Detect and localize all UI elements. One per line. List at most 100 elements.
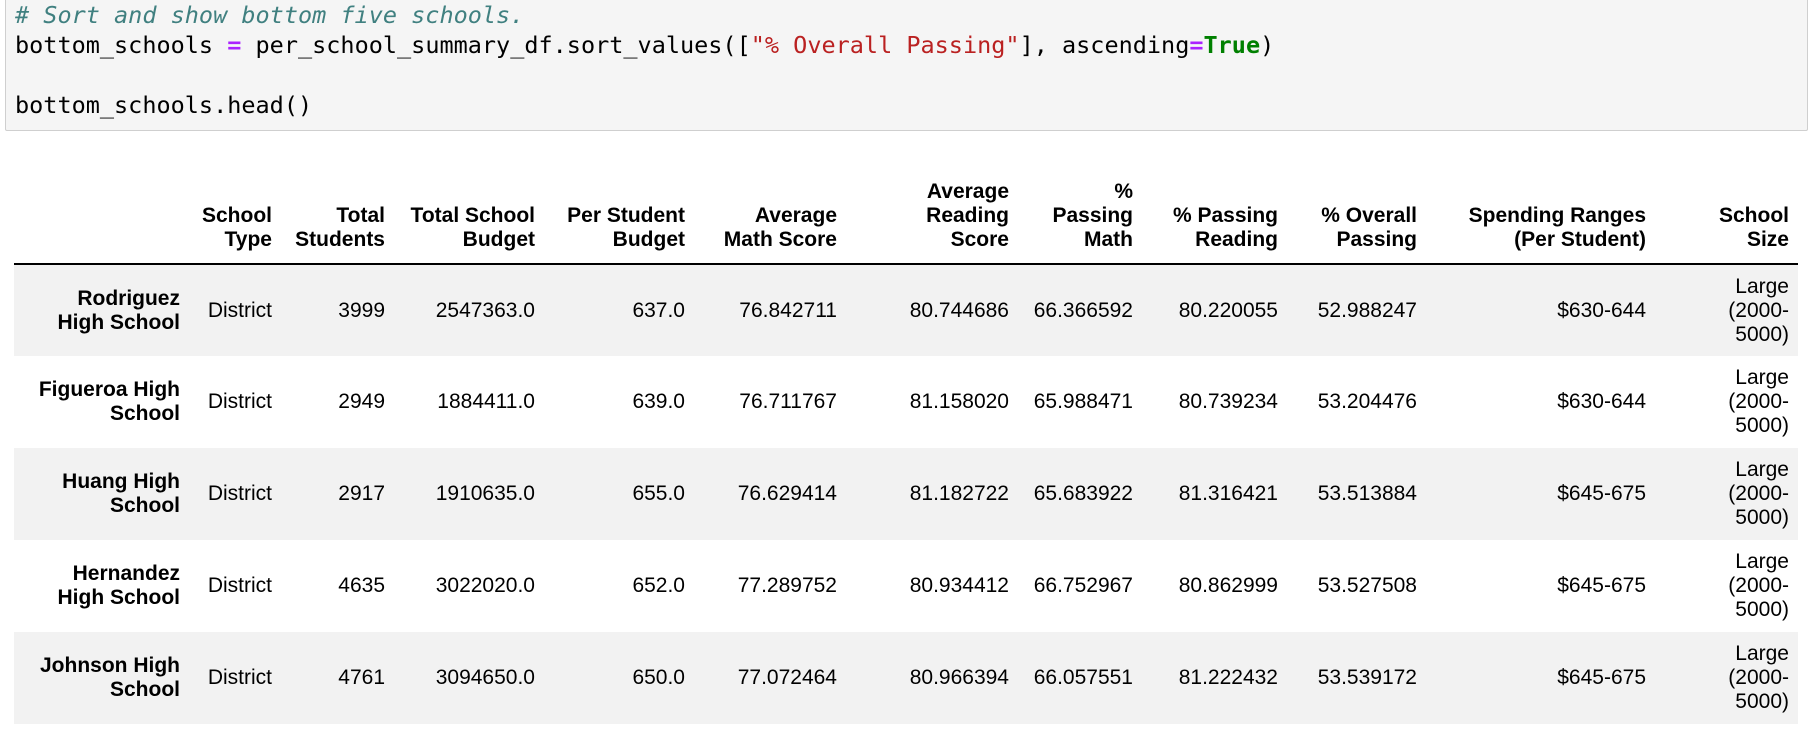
text-line: School (109, 494, 180, 517)
text-line: (Per Student) (1514, 228, 1646, 251)
text-line: Large (1735, 642, 1789, 665)
total-students-cell: 3999 (338, 298, 385, 322)
text-line: School (109, 678, 180, 701)
text-line: 5000) (1735, 690, 1789, 713)
school-name-cell: Rodriguez High School (14, 264, 189, 356)
pct-overall-header: % Overall Passing (1287, 167, 1426, 264)
text-line: 5000) (1735, 414, 1789, 437)
avg-reading-header: Average Reading Score (846, 167, 1018, 264)
total-budget-cell: 1910635.0 (435, 482, 535, 505)
text-line: Passing (1336, 228, 1417, 251)
school-type-cell: District (207, 574, 272, 597)
table-row: Hernandez High School District 4635 3022020.… (14, 540, 1798, 632)
dataframe-output: School Type Total Students Total School Budge… (14, 167, 1798, 724)
text-line: Average (926, 180, 1009, 203)
text-line: Spending Ranges (1468, 204, 1646, 227)
total-students-cell: 2949 (338, 390, 385, 413)
text-line: 5000) (1735, 598, 1789, 621)
pct-overall-cell: 53.204476 (1317, 390, 1417, 413)
text-line: School (109, 402, 180, 425)
spending-range-cell: $630-644 (1557, 390, 1646, 413)
pct-passing-math-cell: 65.683922 (1033, 482, 1133, 505)
pct-passing-reading-cell: 80.220055 (1178, 298, 1278, 322)
text-line: Large (1735, 550, 1789, 573)
text-line: Per Student (567, 204, 685, 227)
text-line: Large (1735, 458, 1789, 481)
school-size-cell: Large (2000- 5000) (1655, 448, 1798, 540)
table-row: Rodriguez High School District 3999 2547363.… (14, 264, 1798, 356)
total-students-cell: 2917 (338, 482, 385, 505)
avg-math-cell: 77.072464 (737, 666, 837, 689)
per-student-budget-cell: 639.0 (632, 390, 685, 413)
avg-reading-cell: 80.744686 (909, 298, 1009, 322)
text-line: Large (1735, 366, 1789, 389)
pct-passing-reading-cell: 81.222432 (1178, 666, 1278, 689)
text-line: Large (1735, 274, 1789, 298)
pct-passing-reading-cell: 81.316421 (1178, 482, 1278, 505)
text-line: Huang High (62, 470, 180, 493)
text-line: Total School (410, 204, 535, 227)
text-line: 5000) (1735, 322, 1789, 346)
school-type-header: School Type (189, 167, 281, 264)
spending-range-cell: $645-675 (1557, 574, 1646, 597)
text-line: (2000- (1728, 390, 1789, 413)
text-line: (2000- (1728, 482, 1789, 505)
pct-overall-cell: 53.513884 (1317, 482, 1417, 505)
text-line: Type (224, 228, 272, 251)
total-students-header: Total Students (281, 167, 394, 264)
total-budget-cell: 2547363.0 (435, 298, 535, 322)
table-row: Johnson High School District 4761 3094650.0 6… (14, 632, 1798, 724)
total-budget-cell: 3022020.0 (435, 574, 535, 597)
avg-math-cell: 77.289752 (737, 574, 837, 597)
text-line: Size (1746, 228, 1789, 251)
school-type-cell: District (207, 482, 272, 505)
text-line: % Overall (1321, 204, 1417, 227)
code-operator: = (227, 31, 242, 59)
school-size-cell: Large (2000- 5000) (1655, 356, 1798, 448)
code-keyword: True (1203, 31, 1261, 59)
school-type-cell: District (207, 390, 272, 413)
text-line: Budget (612, 228, 685, 251)
table-row: Figueroa High School District 2949 1884411.0… (14, 356, 1798, 448)
table-row: Huang High School District 2917 1910635.0 655… (14, 448, 1798, 540)
school-size-header: School Size (1655, 167, 1798, 264)
code-head-call: bottom_schools.head() (15, 91, 313, 119)
text-line: % (1114, 180, 1133, 203)
text-line: School (1718, 204, 1789, 227)
text-line: Budget (462, 228, 535, 251)
pct-passing-math-cell: 66.366592 (1033, 298, 1133, 322)
text-line: Figueroa High (38, 378, 180, 401)
school-size-cell: Large (2000- 5000) (1655, 632, 1798, 724)
school-size-cell: Large (2000- 5000) (1655, 264, 1798, 356)
total-students-cell: 4635 (338, 574, 385, 597)
text-line: % Passing (1172, 204, 1278, 227)
total-students-cell: 4761 (338, 666, 385, 689)
avg-math-header: Average Math Score (694, 167, 846, 264)
per-student-budget-header: Per Student Budget (544, 167, 694, 264)
text-line: Passing (1052, 204, 1133, 227)
avg-reading-cell: 80.934412 (909, 574, 1009, 597)
pct-overall-cell: 52.988247 (1317, 298, 1417, 322)
code-cell[interactable]: # Sort and show bottom five schools. bot… (5, 0, 1808, 131)
total-budget-header: Total School Budget (394, 167, 544, 264)
code-call: per_school_summary_df.sort_values([ (241, 31, 751, 59)
pct-overall-cell: 53.539172 (1317, 666, 1417, 689)
pct-passing-reading-cell: 80.739234 (1178, 390, 1278, 413)
code-var: bottom_schools (15, 31, 228, 59)
index-header (14, 167, 189, 264)
spending-ranges-header: Spending Ranges (Per Student) (1426, 167, 1655, 264)
text-line: Score (950, 228, 1009, 251)
code-editor[interactable]: # Sort and show bottom five schools. bot… (15, 0, 1274, 120)
text-line: Math (1084, 228, 1133, 251)
per-student-budget-cell: 637.0 (632, 298, 685, 322)
code-arg: ], ascending (1019, 31, 1190, 59)
school-name-cell: Johnson High School (14, 632, 189, 724)
avg-reading-cell: 80.966394 (909, 666, 1009, 689)
code-close: ) (1260, 31, 1275, 59)
avg-reading-cell: 81.182722 (909, 482, 1009, 505)
school-type-cell: District (207, 666, 272, 689)
school-name-cell: Figueroa High School (14, 356, 189, 448)
pct-passing-reading-header: % Passing Reading (1142, 167, 1287, 264)
per-student-budget-cell: 652.0 (632, 574, 685, 597)
text-line: (2000- (1728, 666, 1789, 689)
